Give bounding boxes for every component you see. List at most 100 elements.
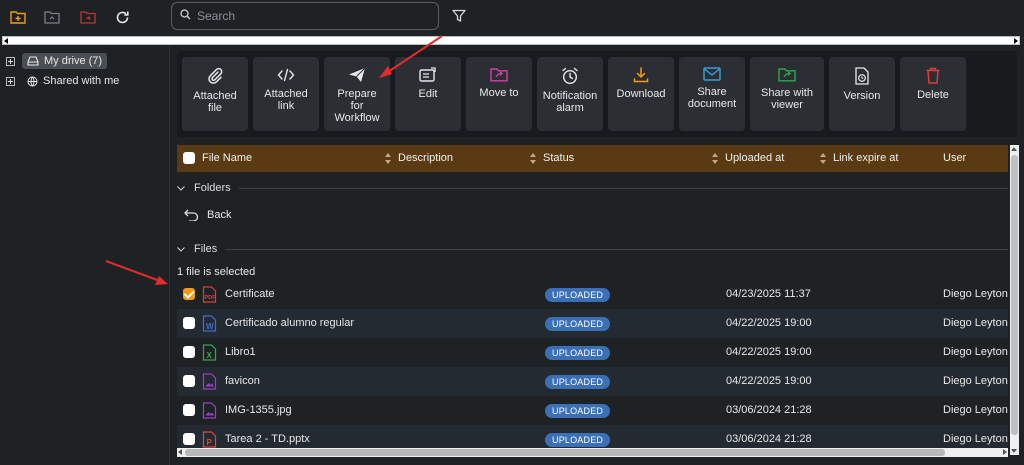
row-checkbox[interactable] — [183, 288, 195, 300]
scroll-right-arrow-icon[interactable] — [1003, 449, 1007, 455]
chevron-down-icon — [177, 185, 185, 191]
search-input[interactable] — [197, 9, 417, 23]
column-header-user[interactable]: User — [943, 152, 966, 164]
image-file-icon — [202, 402, 218, 422]
file-name[interactable]: IMG-1355.jpg — [225, 404, 292, 416]
vertical-scrollbar[interactable] — [1010, 145, 1019, 455]
section-label: Files — [194, 243, 218, 255]
search-box[interactable] — [171, 2, 439, 30]
word-file-icon: W — [202, 315, 218, 335]
sort-icon[interactable] — [530, 152, 537, 164]
sort-icon[interactable] — [385, 152, 392, 164]
row-checkbox[interactable] — [183, 317, 195, 329]
status-badge: UPLOADED — [545, 317, 611, 331]
version-button[interactable]: Version — [829, 57, 895, 131]
button-label: Notification alarm — [542, 90, 598, 114]
sidebar-item-label: My drive (7) — [44, 55, 103, 67]
file-name[interactable]: Libro1 — [225, 346, 256, 358]
status-badge: UPLOADED — [545, 433, 611, 447]
sidebar-item-shared-label-wrap[interactable]: Shared with me — [22, 73, 124, 89]
column-header-uploaded-at[interactable]: Uploaded at — [712, 152, 784, 164]
scroll-down-arrow-icon[interactable] — [1011, 449, 1017, 453]
svg-text:PDF: PDF — [205, 295, 217, 301]
drive-icon — [27, 56, 39, 66]
paperclip-icon — [208, 67, 223, 84]
attached-link-button[interactable]: Attached link — [253, 57, 319, 131]
uploaded-at: 04/22/2025 19:00 — [726, 375, 812, 387]
sort-icon[interactable] — [820, 152, 827, 164]
upload-folder-icon[interactable] — [43, 8, 61, 26]
horizontal-scrollbar[interactable] — [177, 448, 1008, 457]
search-icon — [180, 7, 191, 25]
selection-count: 1 file is selected — [177, 266, 256, 278]
share-folder-icon — [778, 68, 796, 82]
uploaded-at: 04/22/2025 19:00 — [726, 317, 812, 329]
sidebar-item-shared-with-me[interactable]: Shared with me — [6, 72, 124, 90]
expand-icon[interactable] — [6, 76, 15, 86]
share-with-viewer-button[interactable]: Share with viewer — [750, 57, 824, 131]
refresh-icon[interactable] — [113, 8, 131, 26]
trash-icon — [926, 67, 940, 84]
download-button[interactable]: Download — [608, 57, 674, 131]
edit-button[interactable]: Edit — [395, 57, 461, 131]
scroll-left-arrow-icon[interactable] — [178, 449, 182, 455]
new-folder-icon[interactable] — [9, 8, 27, 26]
move-folder-icon — [490, 68, 508, 82]
top-bar — [0, 0, 1024, 34]
button-label: Share document — [687, 86, 737, 110]
move-folder-icon[interactable] — [79, 8, 97, 26]
move-to-button[interactable]: Move to — [466, 57, 532, 131]
table-row[interactable]: favicon UPLOADED 04/22/2025 19:00 Diego … — [177, 367, 1018, 396]
button-label: Delete — [917, 89, 949, 101]
file-name[interactable]: Certificado alumno regular — [225, 317, 354, 329]
notification-alarm-button[interactable]: Notification alarm — [537, 57, 603, 131]
section-label: Folders — [194, 182, 231, 194]
share-document-button[interactable]: Share document — [679, 57, 745, 131]
row-checkbox[interactable] — [183, 433, 195, 445]
scroll-left-arrow-icon[interactable] — [4, 38, 8, 44]
folders-section-header[interactable]: Folders — [177, 178, 1008, 198]
column-label: Link expire at — [833, 152, 899, 164]
user-name: Diego Leyton E — [943, 375, 1019, 387]
select-all-checkbox[interactable] — [183, 152, 195, 164]
scroll-up-arrow-icon[interactable] — [1011, 147, 1017, 151]
table-row[interactable]: W Certificado alumno regular UPLOADED 04… — [177, 309, 1018, 338]
code-link-icon — [277, 68, 295, 82]
download-icon — [633, 67, 649, 83]
top-horizontal-scrollbar[interactable] — [2, 36, 1020, 45]
scrollbar-thumb[interactable] — [1011, 155, 1018, 435]
sidebar-item-my-drive-label-wrap[interactable]: My drive (7) — [22, 53, 108, 69]
column-header-description[interactable]: Description — [385, 152, 453, 164]
column-header-link-expire-at[interactable]: Link expire at — [820, 152, 898, 164]
files-section-header[interactable]: Files — [177, 239, 1008, 259]
filter-icon[interactable] — [452, 9, 468, 25]
sort-icon[interactable] — [712, 152, 719, 164]
sidebar-item-my-drive[interactable]: My drive (7) — [6, 52, 108, 70]
table-row[interactable]: PDF Certificate UPLOADED 04/23/2025 11:3… — [177, 280, 1018, 309]
delete-button[interactable]: Delete — [900, 57, 966, 131]
row-checkbox[interactable] — [183, 346, 195, 358]
sidebar: My drive (7) Shared with me — [0, 46, 170, 465]
file-name[interactable]: Tarea 2 - TD.pptx — [225, 433, 310, 445]
paper-plane-icon — [349, 67, 366, 82]
table-row[interactable]: X Libro1 UPLOADED 04/22/2025 19:00 Diego… — [177, 338, 1018, 367]
alarm-clock-icon — [562, 67, 578, 85]
file-name[interactable]: favicon — [225, 375, 260, 387]
status-badge: UPLOADED — [545, 346, 611, 360]
button-label: Prepare for Workflow — [334, 88, 380, 124]
scrollbar-thumb[interactable] — [185, 449, 945, 456]
table-row[interactable]: IMG-1355.jpg UPLOADED 03/06/2024 21:28 D… — [177, 396, 1018, 425]
divider — [238, 187, 1008, 189]
back-arrow-icon — [184, 209, 199, 221]
attached-file-button[interactable]: Attached file — [182, 57, 248, 131]
row-checkbox[interactable] — [183, 375, 195, 387]
back-button[interactable]: Back — [184, 209, 231, 221]
table-row[interactable]: P Tarea 2 - TD.pptx UPLOADED 03/06/2024 … — [177, 425, 1008, 448]
file-name[interactable]: Certificate — [225, 288, 275, 300]
prepare-workflow-button[interactable]: Prepare for Workflow — [324, 57, 390, 131]
column-header-status[interactable]: Status — [530, 152, 574, 164]
expand-icon[interactable] — [6, 56, 15, 66]
row-checkbox[interactable] — [183, 404, 195, 416]
scroll-right-arrow-icon[interactable] — [1014, 38, 1018, 44]
column-header-file-name[interactable]: File Name — [202, 152, 252, 164]
